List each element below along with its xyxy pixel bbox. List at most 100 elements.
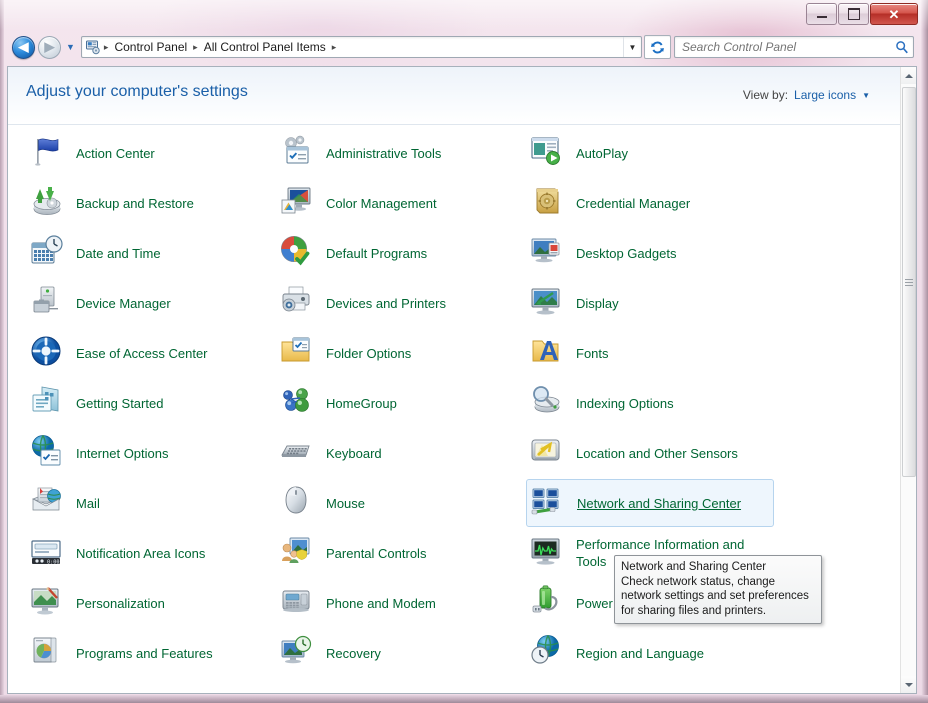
control-panel-item-label: Color Management — [326, 195, 437, 211]
control-panel-item-region-and-language[interactable]: Region and Language — [526, 629, 774, 677]
control-panel-item-default-programs[interactable]: Default Programs — [276, 229, 524, 277]
view-by-value[interactable]: Large icons — [794, 88, 856, 102]
chevron-down-icon[interactable]: ▼ — [862, 91, 870, 100]
mail-icon — [28, 483, 68, 523]
phone-modem-icon — [278, 583, 318, 623]
minimize-button[interactable] — [806, 3, 837, 25]
control-panel-item-mail[interactable]: Mail — [26, 479, 274, 527]
refresh-button[interactable] — [644, 35, 671, 59]
control-panel-item-mouse[interactable]: Mouse — [276, 479, 524, 527]
control-panel-item-display[interactable]: Display — [526, 279, 774, 327]
control-panel-item-getting-started[interactable]: Getting Started — [26, 379, 274, 427]
region-language-icon — [528, 633, 568, 673]
scrollbar-track[interactable] — [901, 84, 916, 676]
ease-of-access-icon — [28, 333, 68, 373]
close-button[interactable]: ✕ — [870, 3, 918, 25]
control-panel-item-devices-and-printers[interactable]: Devices and Printers — [276, 279, 524, 327]
getting-started-icon — [28, 383, 68, 423]
control-panel-item-label: Desktop Gadgets — [576, 245, 677, 261]
performance-info-icon — [528, 533, 568, 573]
window-frame-bottom — [0, 695, 928, 703]
control-panel-item-recovery[interactable]: Recovery — [276, 629, 524, 677]
control-panel-item-label: Notification Area Icons — [76, 545, 206, 561]
control-panel-item-fonts[interactable]: Fonts — [526, 329, 774, 377]
control-panel-item-indexing-options[interactable]: Indexing Options — [526, 379, 774, 427]
scroll-up-icon — [905, 73, 913, 78]
control-panel-item-label: Date and Time — [76, 245, 161, 261]
control-panel-item-label: Mail — [76, 495, 100, 511]
control-panel-item-label: Region and Language — [576, 645, 704, 661]
control-panel-item-personalization[interactable]: Personalization — [26, 579, 274, 627]
page-title: Adjust your computer's settings — [26, 83, 248, 100]
control-panel-item-action-center[interactable]: Action Center — [26, 129, 274, 177]
search-icon[interactable] — [891, 40, 913, 54]
forward-arrow-icon: ▶ — [44, 39, 55, 54]
forward-button[interactable]: ▶ — [38, 35, 61, 59]
control-panel-item-location-and-other-sensors[interactable]: Location and Other Sensors — [526, 429, 774, 477]
control-panel-item-color-management[interactable]: Color Management — [276, 179, 524, 227]
vertical-scrollbar[interactable] — [900, 67, 916, 693]
control-panel-item-label: Ease of Access Center — [76, 345, 208, 361]
control-panel-item-label: Parental Controls — [326, 545, 427, 561]
svg-text:0:00: 0:00 — [47, 560, 60, 566]
control-panel-item-ease-of-access-center[interactable]: Ease of Access Center — [26, 329, 274, 377]
scrollbar-thumb[interactable] — [902, 87, 916, 477]
control-panel-item-autoplay[interactable]: AutoPlay — [526, 129, 774, 177]
control-panel-item-credential-manager[interactable]: Credential Manager — [526, 179, 774, 227]
desktop-gadgets-icon — [528, 233, 568, 273]
refresh-icon — [651, 41, 664, 53]
recent-pages-caret-icon[interactable]: ▼ — [66, 42, 75, 52]
maximize-button[interactable] — [838, 3, 869, 25]
control-panel-item-homegroup[interactable]: HomeGroup — [276, 379, 524, 427]
window-frame-right — [921, 0, 928, 703]
control-panel-item-notification-area-icons[interactable]: 0:00 Notification Area Icons — [26, 529, 274, 577]
search-input[interactable] — [675, 39, 891, 55]
folder-options-icon — [278, 333, 318, 373]
scroll-up-button[interactable] — [901, 67, 916, 84]
control-panel-item-label: Phone and Modem — [326, 595, 436, 611]
control-panel-item-keyboard[interactable]: Keyboard — [276, 429, 524, 477]
control-panel-item-label: Personalization — [76, 595, 165, 611]
homegroup-icon — [278, 383, 318, 423]
tooltip-line-2: network settings and set preferences — [621, 590, 809, 602]
scroll-down-icon — [905, 682, 913, 687]
close-icon: ✕ — [888, 6, 900, 22]
display-icon — [528, 283, 568, 323]
scroll-down-button[interactable] — [901, 676, 916, 693]
control-panel-item-phone-and-modem[interactable]: Phone and Modem — [276, 579, 524, 627]
breadcrumb-all-control-panel-items[interactable]: All Control Panel Items — [201, 40, 329, 54]
color-management-icon — [278, 183, 318, 223]
control-panel-item-programs-and-features[interactable]: Programs and Features — [26, 629, 274, 677]
internet-options-icon — [28, 433, 68, 473]
fonts-icon — [528, 333, 568, 373]
flag-icon — [28, 133, 68, 173]
keyboard-icon — [278, 433, 318, 473]
control-panel-item-label: Keyboard — [326, 445, 382, 461]
control-panel-item-administrative-tools[interactable]: Administrative Tools — [276, 129, 524, 177]
default-programs-icon — [278, 233, 318, 273]
back-button[interactable]: ◀ — [12, 35, 35, 59]
control-panel-item-date-and-time[interactable]: Date and Time — [26, 229, 274, 277]
address-history-dropdown[interactable]: ▼ — [623, 37, 641, 57]
control-panel-item-backup-and-restore[interactable]: Backup and Restore — [26, 179, 274, 227]
breadcrumb-separator-trailing[interactable]: ▸ — [329, 42, 340, 53]
tooltip-title: Network and Sharing Center — [621, 561, 767, 573]
control-panel-item-parental-controls[interactable]: Parental Controls — [276, 529, 524, 577]
control-panel-item-network-and-sharing-center[interactable]: Network and Sharing Center — [526, 479, 774, 527]
back-arrow-icon: ◀ — [18, 39, 29, 54]
scrollbar-grip-icon — [905, 277, 913, 288]
search-box[interactable] — [674, 36, 914, 58]
control-panel-item-desktop-gadgets[interactable]: Desktop Gadgets — [526, 229, 774, 277]
navigation-bar: ◀ ▶ ▼ ▸ Control Panel ▸ All Control Pane… — [4, 32, 921, 62]
control-panel-icon — [85, 39, 101, 55]
devices-printers-icon — [278, 283, 318, 323]
caption-button-group: ✕ — [805, 3, 918, 25]
control-panel-item-folder-options[interactable]: Folder Options — [276, 329, 524, 377]
minimize-icon — [816, 16, 827, 18]
address-bar[interactable]: ▸ Control Panel ▸ All Control Panel Item… — [80, 36, 642, 58]
backup-restore-icon — [28, 183, 68, 223]
control-panel-item-device-manager[interactable]: Device Manager — [26, 279, 274, 327]
calendar-clock-icon — [28, 233, 68, 273]
control-panel-item-internet-options[interactable]: Internet Options — [26, 429, 274, 477]
breadcrumb-control-panel[interactable]: Control Panel — [111, 40, 190, 54]
